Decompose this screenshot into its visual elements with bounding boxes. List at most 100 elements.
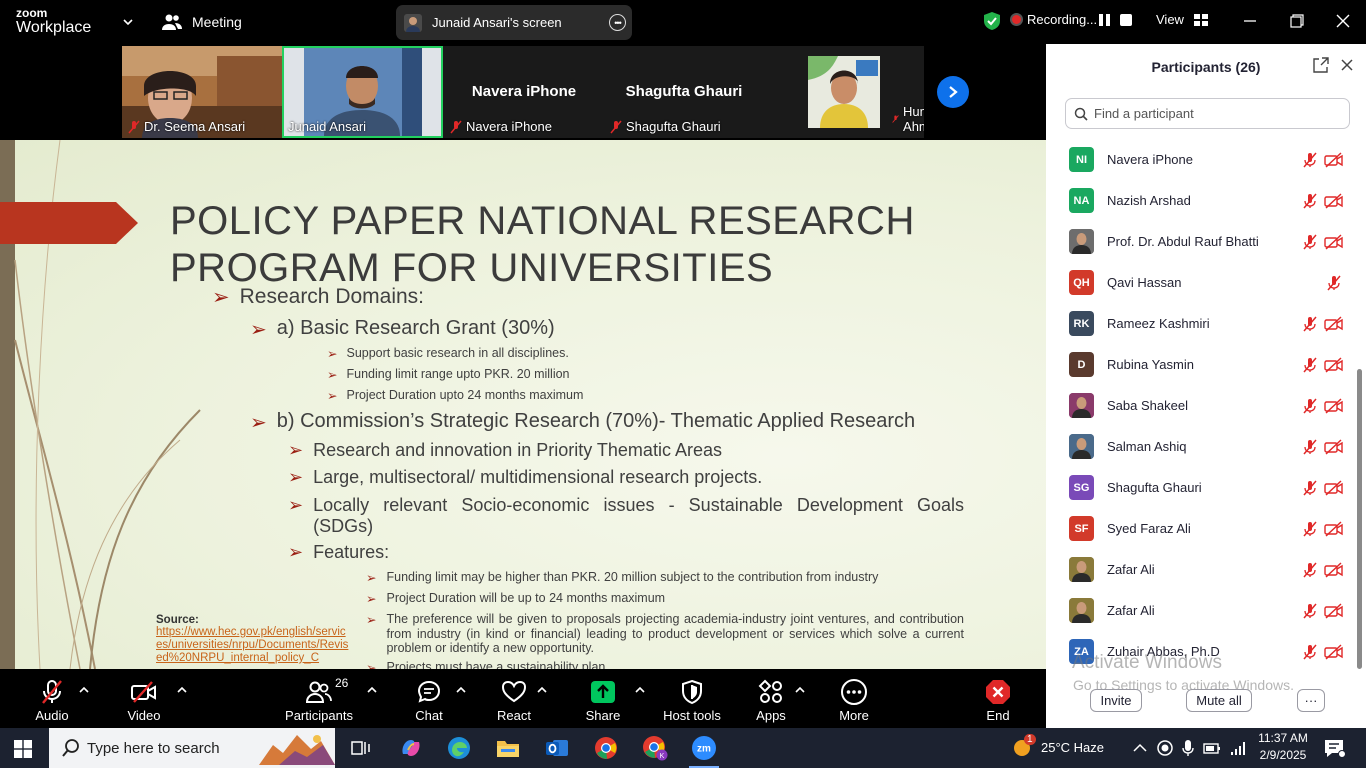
weather-text[interactable]: 25°C Haze [1041,740,1104,755]
video-off-icon[interactable] [1324,479,1344,496]
battery-plug-icon[interactable] [1203,740,1223,756]
chevron-down-icon[interactable] [121,15,135,29]
invite-button[interactable]: Invite [1090,689,1142,712]
source-link[interactable]: https://www.hec.gov.pk/english/services/… [156,626,352,666]
muted-mic-icon[interactable] [1302,439,1318,455]
video-tile-navera[interactable]: Navera iPhone Navera iPhone [444,46,604,138]
muted-mic-icon[interactable] [1326,275,1342,291]
microphone-tray-icon[interactable] [1182,739,1194,757]
more-options-button[interactable]: ··· [1297,689,1325,712]
apps-button[interactable]: Apps [747,669,795,728]
video-tile-junaid[interactable]: Junaid Ansari [282,46,443,138]
video-tile-huma[interactable]: Huma Ahmed [764,46,924,138]
video-button[interactable]: Video [120,669,168,728]
muted-mic-icon[interactable] [1302,603,1318,619]
video-tile-shagufta[interactable]: Shagufta Ghauri Shagufta Ghauri [604,46,764,138]
copilot-app[interactable] [396,734,426,762]
video-off-icon[interactable] [1324,192,1344,209]
muted-mic-icon[interactable] [1302,316,1318,332]
more-options-icon[interactable]: ••• [609,14,626,31]
more-button[interactable]: More [830,669,878,728]
video-off-icon[interactable] [1324,520,1344,537]
stop-recording-button[interactable] [1120,14,1132,26]
search-input[interactable] [1094,106,1334,121]
video-off-icon[interactable] [1324,643,1344,660]
video-off-icon[interactable] [1324,356,1344,373]
video-off-icon[interactable] [1324,561,1344,578]
share-button[interactable]: Share [579,669,627,728]
chat-button[interactable]: Chat [405,669,453,728]
chevron-up-icon[interactable] [795,686,805,694]
participant-row[interactable]: RK Rameez Kashmiri [1046,303,1356,344]
zoom-workplace-logo[interactable]: zoom Workplace [16,7,91,36]
file-explorer-app[interactable] [493,734,523,762]
mute-all-button[interactable]: Mute all [1186,689,1252,712]
task-view-button[interactable] [346,734,376,762]
participant-row[interactable]: Saba Shakeel [1046,385,1356,426]
chevron-up-icon[interactable] [537,686,547,694]
video-off-icon[interactable] [1324,602,1344,619]
muted-mic-icon[interactable] [1302,644,1318,660]
chevron-up-icon[interactable] [79,686,89,694]
muted-mic-icon[interactable] [1302,521,1318,537]
participant-row[interactable]: SG Shagufta Ghauri [1046,467,1356,508]
close-window-button[interactable] [1332,10,1354,32]
close-icon[interactable] [1339,57,1355,73]
host-tools-button[interactable]: Host tools [660,669,724,728]
muted-mic-icon[interactable] [1302,234,1318,250]
participant-row[interactable]: NI Navera iPhone [1046,139,1356,180]
weather-widget[interactable]: 1 [1010,734,1036,763]
participants-button[interactable]: 26 Participants [284,669,354,728]
pause-recording-button[interactable] [1099,14,1111,26]
muted-mic-icon[interactable] [1302,152,1318,168]
meeting-menu-button[interactable]: Meeting [162,12,242,32]
participants-scrollbar[interactable] [1355,139,1363,671]
chevron-up-icon[interactable] [177,686,187,694]
record-tray-icon[interactable] [1157,740,1173,756]
next-page-button[interactable] [937,76,969,108]
video-off-icon[interactable] [1324,438,1344,455]
chrome-profile-app[interactable]: K [640,734,670,762]
end-meeting-button[interactable]: End [975,669,1021,728]
participant-row[interactable]: SF Syed Faraz Ali [1046,508,1356,549]
react-button[interactable]: React [490,669,538,728]
outlook-app[interactable] [542,734,572,762]
popout-icon[interactable] [1313,57,1329,73]
zoom-app[interactable]: zm [689,734,719,768]
clock-date[interactable]: 2/9/2025 [1256,748,1310,762]
encryption-shield-icon[interactable] [983,11,1001,31]
participant-row[interactable]: Salman Ashiq [1046,426,1356,467]
chevron-up-icon[interactable] [456,686,466,694]
muted-mic-icon[interactable] [1302,193,1318,209]
network-icon[interactable] [1229,739,1249,757]
clock-time[interactable]: 11:37 AM [1256,731,1310,745]
chrome-app[interactable] [591,734,621,762]
participant-row[interactable]: D Rubina Yasmin [1046,344,1356,385]
show-hidden-icons-icon[interactable] [1133,743,1147,753]
video-off-icon[interactable] [1324,233,1344,250]
view-menu-button[interactable]: View [1156,12,1208,27]
edge-app[interactable] [444,734,474,762]
chevron-up-icon[interactable] [635,686,645,694]
maximize-button[interactable] [1286,10,1308,32]
muted-mic-icon[interactable] [1302,480,1318,496]
participant-row[interactable]: NA Nazish Arshad [1046,180,1356,221]
participant-row[interactable]: Zafar Ali [1046,590,1356,631]
video-tile-seema[interactable]: Dr. Seema Ansari [122,46,282,138]
notifications-icon[interactable] [1324,738,1346,758]
muted-mic-icon[interactable] [1302,357,1318,373]
participant-row[interactable]: QH Qavi Hassan [1046,262,1356,303]
recording-indicator[interactable]: Recording... [1012,12,1097,27]
participant-row[interactable]: Prof. Dr. Abdul Rauf Bhatti [1046,221,1356,262]
muted-mic-icon[interactable] [1302,398,1318,414]
video-off-icon[interactable] [1324,151,1344,168]
audio-button[interactable]: Audio [28,669,76,728]
video-off-icon[interactable] [1324,315,1344,332]
screen-share-indicator[interactable]: Junaid Ansari's screen ••• [396,5,632,40]
chevron-up-icon[interactable] [367,686,377,694]
video-off-icon[interactable] [1324,397,1344,414]
taskbar-search-input[interactable] [87,739,257,757]
participant-row[interactable]: Zafar Ali [1046,549,1356,590]
scrollbar-thumb[interactable] [1357,369,1362,669]
windows-start-icon[interactable] [14,740,32,758]
